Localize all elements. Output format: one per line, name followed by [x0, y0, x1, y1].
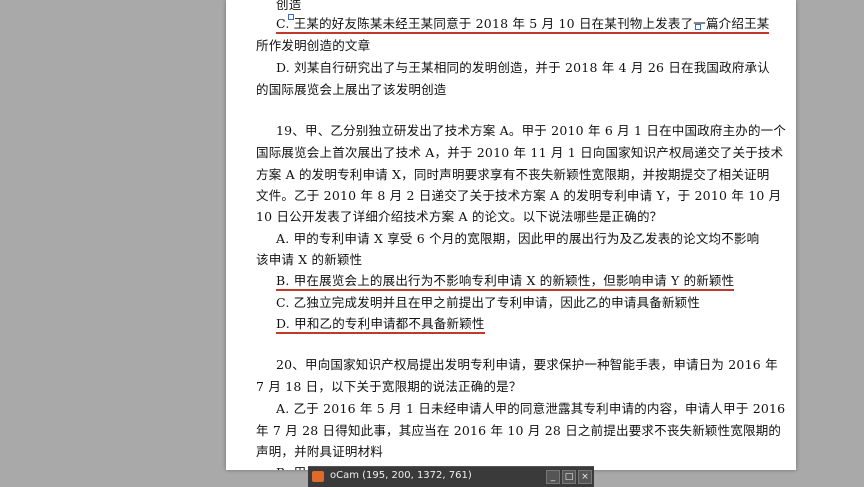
- doc-line: 10 日公开发表了详细介绍技术方案 A 的论文。以下说法哪些是正确的？: [256, 209, 663, 224]
- option-a: A. 甲的专利申请 X 享受 6 个月的宽限期，因此甲的展出行为及乙发表的论文均…: [276, 231, 760, 246]
- maximize-button[interactable]: □: [562, 470, 576, 484]
- selection-handle[interactable]: [288, 14, 294, 20]
- doc-line: D. 刘某自行研究出了与王某相同的发明创造，并于 2018 年 4 月 26 日…: [276, 60, 770, 75]
- doc-line: 年 7 月 28 日得知此事，其应当在 2016 年 10 月 28 日之前提出…: [256, 423, 782, 438]
- underlined-text: D. 甲和乙的专利申请都不具备新颖性: [276, 316, 485, 334]
- option-c: C. 乙独立完成发明并且在甲之前提出了专利申请，因此乙的申请具备新颖性: [276, 295, 701, 310]
- question-19: 19、甲、乙分别独立研发出了技术方案 A。甲于 2010 年 6 月 1 日在中…: [276, 123, 787, 138]
- doc-line: 该申请 X 的新颖性: [256, 252, 363, 267]
- doc-line: 声明，并附具证明材料: [256, 444, 384, 459]
- doc-line: 国际展览会上首次展出了技术 A，并于 2010 年 11 月 1 日向国家知识产…: [256, 145, 784, 160]
- ocam-icon: [312, 471, 324, 482]
- underlined-text: B. 甲在展览会上的展出行为不影响专利申请 X 的新颖性，但影响申请 Y 的新颖…: [276, 273, 735, 291]
- option-a: A. 乙于 2016 年 5 月 1 日未经申请人甲的同意泄露其专利申请的内容，…: [276, 401, 786, 416]
- doc-line: 的国际展览会上展出了该发明创造: [256, 82, 447, 97]
- selection-handle[interactable]: [695, 24, 701, 30]
- window-title: oCam (195, 200, 1372, 761): [330, 470, 472, 481]
- option-d: D. 甲和乙的专利申请都不具备新颖性: [276, 313, 485, 334]
- ocam-window-bar[interactable]: oCam (195, 200, 1372, 761) _ □ ×: [308, 466, 594, 487]
- document-page: 创造 C. 王某的好友陈某未经王某同意于 2018 年 5 月 10 日在某刊物…: [226, 0, 796, 470]
- question-20: 20、甲向国家知识产权局提出发明专利申请，要求保护一种智能手表，申请日为 201…: [276, 357, 778, 372]
- doc-line: 7 月 18 日，以下关于宽限期的说法正确的是？: [256, 379, 522, 394]
- doc-line: 文件。乙于 2010 年 8 月 2 日递交了关于技术方案 A 的发明专利申请 …: [256, 188, 782, 203]
- option-b: B. 甲在展览会上的展出行为不影响专利申请 X 的新颖性，但影响申请 Y 的新颖…: [276, 270, 735, 291]
- minimize-button[interactable]: _: [546, 470, 560, 484]
- close-button[interactable]: ×: [578, 470, 592, 484]
- doc-line: 所作发明创造的文章: [256, 38, 371, 53]
- doc-line: 创造: [276, 0, 302, 12]
- doc-line: 方案 A 的发明专利申请 X，同时声明要求享有不丧失新颖性宽限期，并按期提交了相…: [256, 167, 770, 182]
